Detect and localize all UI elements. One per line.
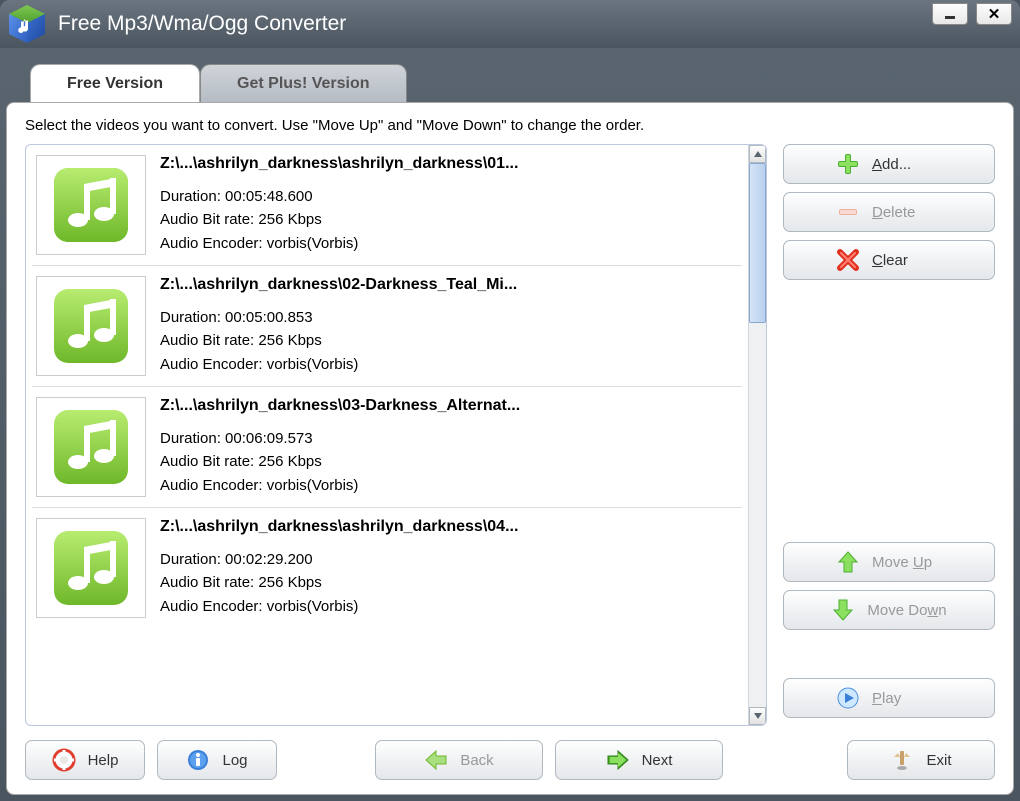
help-button[interactable]: Help <box>25 740 145 780</box>
exit-icon <box>890 748 914 772</box>
item-encoder: Audio Encoder: vorbis(Vorbis) <box>160 232 738 255</box>
scroll-up-button[interactable] <box>749 145 766 163</box>
tabstrip: Free Version Get Plus! Version <box>0 64 1020 102</box>
minus-icon <box>836 200 860 224</box>
button-label: Exit <box>926 752 951 769</box>
item-text: Z:\...\ashrilyn_darkness\03-Darkness_Alt… <box>160 397 738 497</box>
button-label: Next <box>642 752 673 769</box>
titlebar: Free Mp3/Wma/Ogg Converter ✕ <box>0 0 1020 48</box>
list-item[interactable]: Z:\...\ashrilyn_darkness\03-Darkness_Alt… <box>32 387 742 508</box>
button-label: Move Up <box>872 554 942 571</box>
app-title: Free Mp3/Wma/Ogg Converter <box>58 12 932 36</box>
side-buttons: Add... Delete Clear Move Up Move <box>783 144 995 726</box>
audio-thumb <box>36 518 146 618</box>
scroll-thumb[interactable] <box>749 163 766 323</box>
item-text: Z:\...\ashrilyn_darkness\ashrilyn_darkne… <box>160 155 738 255</box>
item-title: Z:\...\ashrilyn_darkness\ashrilyn_darkne… <box>160 155 738 173</box>
next-button[interactable]: Next <box>555 740 723 780</box>
window-controls: ✕ <box>932 3 1012 25</box>
item-meta: Duration: 00:02:29.200 Audio Bit rate: 2… <box>160 548 738 618</box>
main-row: Z:\...\ashrilyn_darkness\ashrilyn_darkne… <box>25 144 995 726</box>
bottom-bar: Help Log Back Next Exit <box>25 740 995 780</box>
delete-button[interactable]: Delete <box>783 192 995 232</box>
file-list: Z:\...\ashrilyn_darkness\ashrilyn_darkne… <box>25 144 767 726</box>
item-duration: Duration: 00:05:48.600 <box>160 185 738 208</box>
item-bitrate: Audio Bit rate: 256 Kbps <box>160 450 738 473</box>
app-window: Free Mp3/Wma/Ogg Converter ✕ Free Versio… <box>0 0 1020 801</box>
play-icon <box>836 686 860 710</box>
list-item[interactable]: Z:\...\ashrilyn_darkness\ashrilyn_darkne… <box>32 151 742 266</box>
button-label: Help <box>88 752 119 769</box>
tab-label: Free Version <box>67 75 163 93</box>
audio-thumb <box>36 276 146 376</box>
tab-plus-version[interactable]: Get Plus! Version <box>200 64 406 102</box>
button-label: Play <box>872 690 942 707</box>
item-meta: Duration: 00:05:00.853 Audio Bit rate: 2… <box>160 306 738 376</box>
button-label: Delete <box>872 204 942 221</box>
plus-icon <box>836 152 860 176</box>
log-button[interactable]: Log <box>157 740 277 780</box>
audio-thumb <box>36 155 146 255</box>
item-duration: Duration: 00:06:09.573 <box>160 427 738 450</box>
item-duration: Duration: 00:05:00.853 <box>160 306 738 329</box>
arrow-left-icon <box>424 748 448 772</box>
audio-thumb <box>36 397 146 497</box>
item-text: Z:\...\ashrilyn_darkness\ashrilyn_darkne… <box>160 518 738 618</box>
move-up-button[interactable]: Move Up <box>783 542 995 582</box>
button-label: Log <box>222 752 247 769</box>
scrollbar[interactable] <box>748 145 766 725</box>
play-button[interactable]: Play <box>783 678 995 718</box>
item-encoder: Audio Encoder: vorbis(Vorbis) <box>160 353 738 376</box>
x-icon <box>836 248 860 272</box>
arrow-right-icon <box>606 748 630 772</box>
item-meta: Duration: 00:05:48.600 Audio Bit rate: 2… <box>160 185 738 255</box>
clear-button[interactable]: Clear <box>783 240 995 280</box>
item-bitrate: Audio Bit rate: 256 Kbps <box>160 329 738 352</box>
button-label: Clear <box>872 252 942 269</box>
tab-free-version[interactable]: Free Version <box>30 64 200 102</box>
scroll-track[interactable] <box>749 163 766 707</box>
item-title: Z:\...\ashrilyn_darkness\03-Darkness_Alt… <box>160 397 738 415</box>
button-label: Add... <box>872 156 942 173</box>
tab-label: Get Plus! Version <box>237 75 369 93</box>
exit-button[interactable]: Exit <box>847 740 995 780</box>
minimize-button[interactable] <box>932 3 968 25</box>
scroll-down-button[interactable] <box>749 707 766 725</box>
button-label: Move Down <box>867 602 946 619</box>
list-item[interactable]: Z:\...\ashrilyn_darkness\ashrilyn_darkne… <box>32 508 742 628</box>
instruction-text: Select the videos you want to convert. U… <box>25 117 995 134</box>
move-down-button[interactable]: Move Down <box>783 590 995 630</box>
arrow-up-icon <box>836 550 860 574</box>
list-item[interactable]: Z:\...\ashrilyn_darkness\02-Darkness_Tea… <box>32 266 742 387</box>
button-label: Back <box>460 752 493 769</box>
item-bitrate: Audio Bit rate: 256 Kbps <box>160 571 738 594</box>
file-list-body[interactable]: Z:\...\ashrilyn_darkness\ashrilyn_darkne… <box>26 145 748 725</box>
app-icon <box>6 3 48 45</box>
back-button[interactable]: Back <box>375 740 543 780</box>
info-icon <box>186 748 210 772</box>
item-title: Z:\...\ashrilyn_darkness\ashrilyn_darkne… <box>160 518 738 536</box>
content-panel: Select the videos you want to convert. U… <box>6 102 1014 795</box>
item-meta: Duration: 00:06:09.573 Audio Bit rate: 2… <box>160 427 738 497</box>
item-title: Z:\...\ashrilyn_darkness\02-Darkness_Tea… <box>160 276 738 294</box>
arrow-down-icon <box>831 598 855 622</box>
item-encoder: Audio Encoder: vorbis(Vorbis) <box>160 474 738 497</box>
add-button[interactable]: Add... <box>783 144 995 184</box>
close-button[interactable]: ✕ <box>976 3 1012 25</box>
help-icon <box>52 748 76 772</box>
item-text: Z:\...\ashrilyn_darkness\02-Darkness_Tea… <box>160 276 738 376</box>
item-encoder: Audio Encoder: vorbis(Vorbis) <box>160 595 738 618</box>
item-duration: Duration: 00:02:29.200 <box>160 548 738 571</box>
item-bitrate: Audio Bit rate: 256 Kbps <box>160 208 738 231</box>
